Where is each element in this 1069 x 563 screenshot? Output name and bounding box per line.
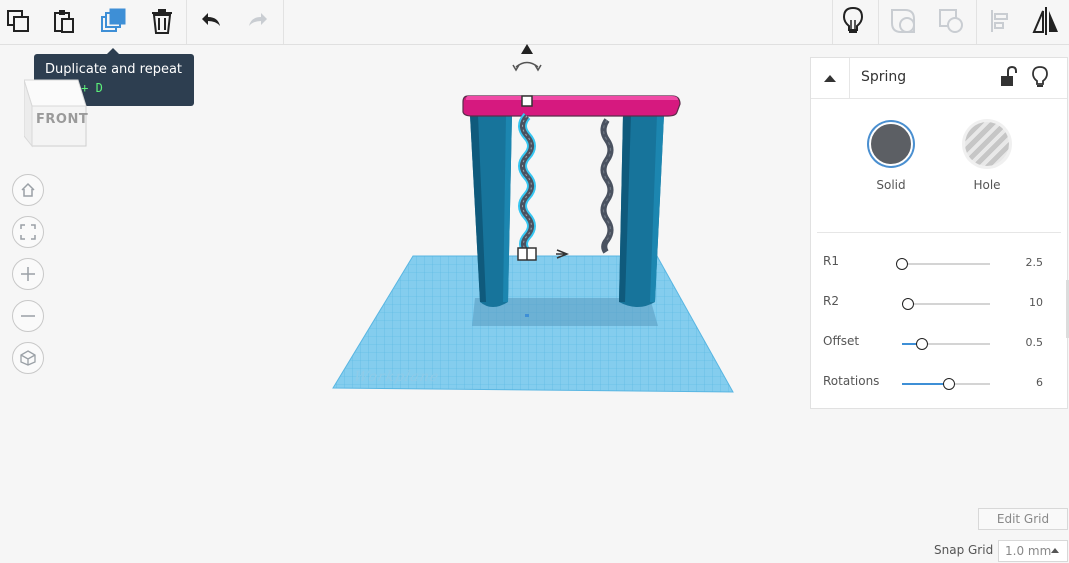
ungroup-icon [939, 9, 963, 33]
group-icon [891, 9, 915, 33]
paste-button[interactable] [47, 4, 81, 38]
hole-label: Hole [973, 178, 1001, 192]
slider-thumb[interactable] [916, 338, 929, 350]
param-slider[interactable] [902, 378, 990, 390]
snap-grid-label: Snap Grid [934, 543, 994, 557]
edit-grid-button[interactable]: Edit Grid [978, 508, 1068, 530]
undo-icon [202, 13, 220, 26]
param-value[interactable]: 10 [1029, 296, 1043, 309]
3d-viewport[interactable] [320, 40, 750, 400]
shape-inspector: Spring Solid Hole R1 2.5 R2 10 Offset 0.… [810, 57, 1068, 409]
caret-up-icon [824, 75, 836, 82]
param-label: R1 [823, 254, 839, 268]
hide-button[interactable] [1030, 65, 1050, 89]
toolbar-divider [186, 0, 187, 44]
toolbar-divider [832, 0, 833, 44]
unlock-icon [1001, 65, 1017, 86]
delete-button[interactable] [145, 4, 179, 38]
selected-spring[interactable] [518, 112, 536, 255]
fit-icon [20, 224, 36, 240]
slider-thumb[interactable] [896, 258, 908, 270]
align-icon [991, 10, 1008, 32]
undo-button[interactable] [194, 4, 228, 38]
mirror-icon [1032, 7, 1058, 35]
param-value[interactable]: 0.5 [1026, 336, 1044, 349]
trash-icon [152, 9, 172, 34]
fit-view-button[interactable] [12, 216, 44, 248]
paste-icon [54, 10, 74, 33]
slider-thumb[interactable] [942, 378, 955, 390]
group-button[interactable] [886, 4, 920, 38]
param-r2: R2 10 [811, 294, 1067, 314]
redo-button[interactable] [241, 4, 275, 38]
align-button[interactable] [983, 4, 1017, 38]
param-label: Offset [823, 334, 860, 348]
home-view-button[interactable] [12, 174, 44, 206]
shape-name: Spring [861, 69, 907, 85]
param-slider[interactable] [896, 258, 990, 270]
lightbulb-icon [1032, 66, 1048, 87]
slider-thumb[interactable] [902, 298, 915, 310]
hole-option[interactable]: Hole [957, 122, 1017, 192]
toolbar-divider [976, 0, 977, 44]
copy-icon [7, 10, 29, 32]
lightbulb-icon [842, 6, 864, 33]
viewport-canvas [332, 44, 734, 393]
ungroup-button[interactable] [934, 4, 968, 38]
param-value[interactable]: 6 [1036, 376, 1043, 389]
caret-up-icon [1051, 548, 1059, 553]
duplicate-icon [101, 8, 126, 32]
zoom-in-button[interactable] [12, 258, 44, 290]
solid-swatch[interactable] [869, 122, 913, 166]
param-offset: Offset 0.5 [811, 334, 1067, 354]
toolbar-divider [283, 0, 284, 44]
zoom-out-button[interactable] [12, 300, 44, 332]
snap-grid-select[interactable]: 1.0 mm [998, 540, 1068, 562]
param-label: Rotations [823, 374, 880, 388]
view-cube[interactable]: FRONT [23, 76, 90, 148]
slider-fill [902, 383, 949, 385]
hole-swatch[interactable] [965, 122, 1009, 166]
redo-icon [249, 13, 267, 26]
param-rotations: Rotations 6 [811, 374, 1067, 394]
mirror-button[interactable] [1029, 4, 1063, 38]
top-bar[interactable] [462, 95, 681, 117]
second-spring[interactable] [600, 118, 614, 254]
param-slider[interactable] [902, 338, 990, 350]
ortho-cube-icon [20, 350, 36, 366]
show-all-button[interactable] [836, 4, 870, 38]
solid-label: Solid [876, 178, 906, 192]
param-label: R2 [823, 294, 839, 308]
snap-grid-value: 1.0 mm [1005, 544, 1052, 558]
toolbar-divider [878, 0, 879, 44]
duplicate-button[interactable] [97, 4, 131, 38]
zoom-in-icon [21, 267, 35, 281]
collapse-button[interactable] [811, 58, 850, 98]
panel-divider [817, 232, 1061, 233]
ortho-view-button[interactable] [12, 342, 44, 374]
rotate-handle[interactable] [512, 44, 542, 72]
inspector-header: Spring [811, 58, 1067, 99]
param-slider[interactable] [902, 298, 990, 310]
top-toolbar [0, 0, 1069, 45]
view-cube-face-label: FRONT [36, 112, 89, 127]
zoom-out-icon [21, 315, 35, 317]
copy-button[interactable] [1, 4, 35, 38]
solid-option[interactable]: Solid [861, 122, 921, 192]
param-value[interactable]: 2.5 [1026, 256, 1044, 269]
home-icon [21, 182, 35, 197]
param-r1: R1 2.5 [811, 254, 1067, 274]
lock-button[interactable] [998, 65, 1018, 88]
workplane-label: Workplane [352, 369, 441, 385]
